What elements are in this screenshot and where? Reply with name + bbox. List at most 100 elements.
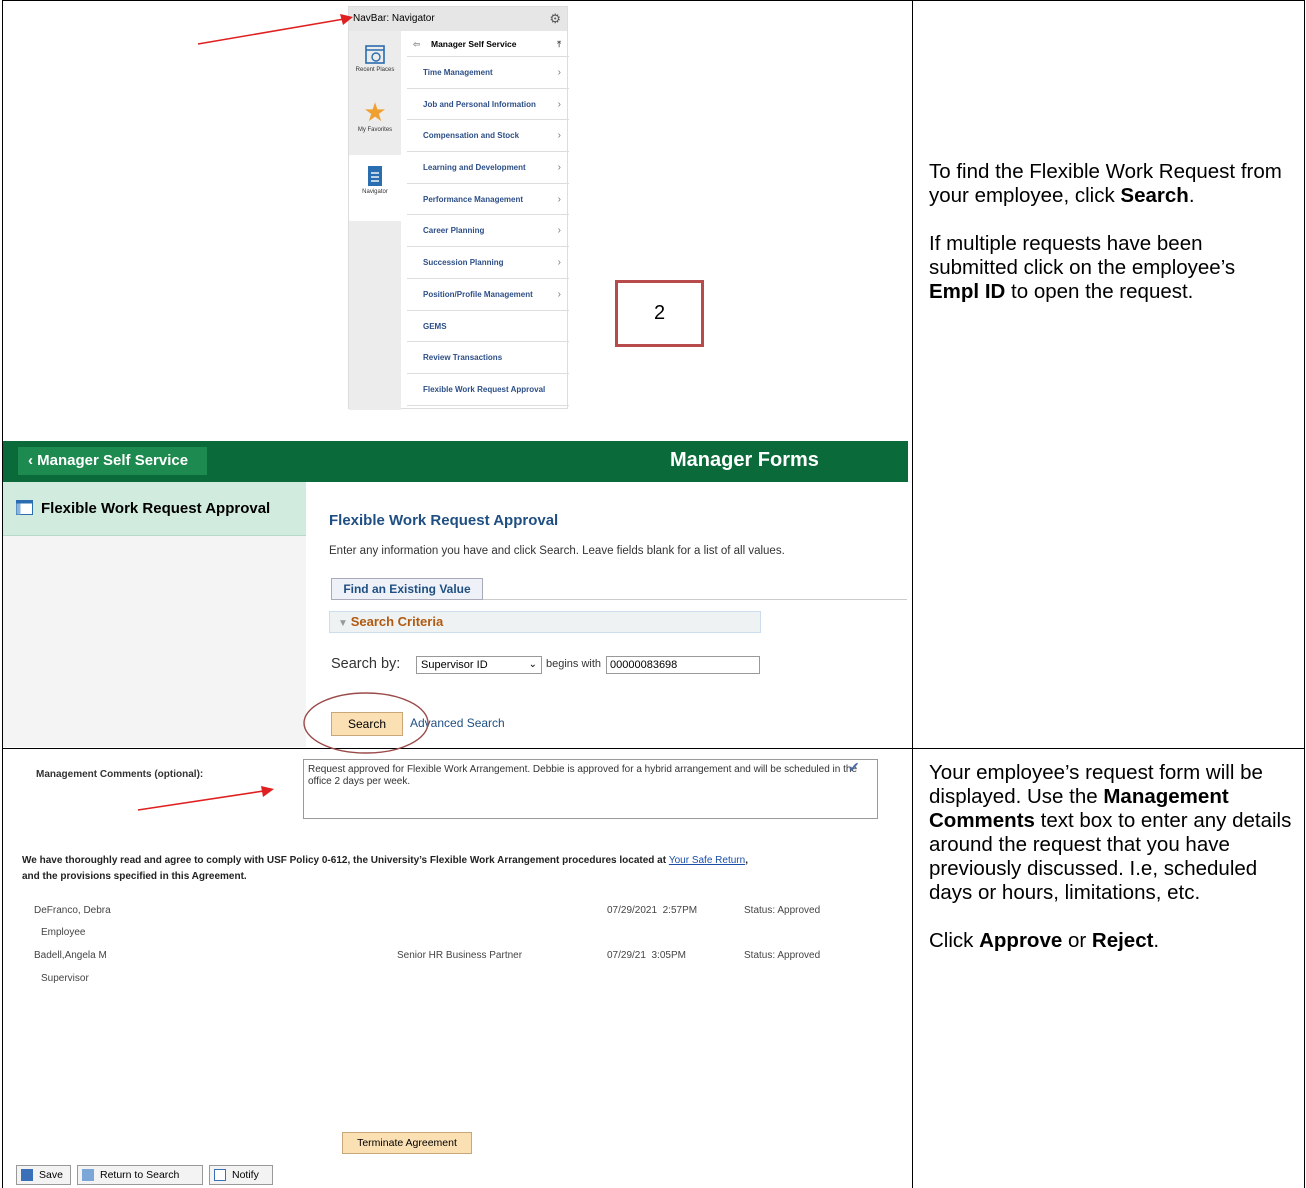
navigator-item[interactable]: GEMS: [407, 311, 569, 343]
signer-date-2: 07/29/21 3:05PM: [607, 950, 686, 961]
navigator-item[interactable]: Succession Planning ›: [407, 247, 569, 279]
navigator-item[interactable]: Career Planning ›: [407, 215, 569, 248]
save-button[interactable]: Save: [16, 1165, 71, 1185]
manager-self-service-back-button[interactable]: ‹ Manager Self Service: [18, 447, 207, 475]
annotation-circle-search: [303, 692, 429, 754]
star-icon: ★: [363, 97, 387, 127]
navigator-item[interactable]: Flexible Work Request Approval: [407, 374, 569, 406]
navigator-item-label: Flexible Work Request Approval: [423, 384, 546, 394]
chevron-right-icon: ›: [557, 288, 561, 300]
step-number-box: 2: [615, 280, 704, 347]
left-nav-item-label: Flexible Work Request Approval: [41, 500, 271, 517]
search-criteria-label: Search Criteria: [350, 614, 444, 629]
chevron-right-icon: ›: [557, 257, 561, 269]
recent-places-label: Recent Places: [355, 67, 395, 73]
search-by-label: Search by:: [331, 656, 401, 672]
left-nav-item-flexible-work[interactable]: Flexible Work Request Approval: [3, 482, 306, 536]
instructions-approve-paragraph: Click Approve or Reject.: [929, 929, 1160, 952]
gear-icon[interactable]: ⚙: [549, 7, 561, 31]
return-label: Return to Search: [100, 1169, 180, 1181]
navigator-item[interactable]: Time Management ›: [407, 57, 569, 89]
chevron-down-icon: ⌄: [528, 659, 537, 670]
return-icon: [82, 1169, 94, 1181]
navigator-item-label: Job and Personal Information: [423, 99, 536, 109]
calendar-clock-icon: [365, 45, 385, 64]
navigator-item-label: Compensation and Stock: [423, 131, 520, 141]
navigator-panel: NavBar: Navigator ⚙ Recent Places ★ My F…: [348, 6, 569, 410]
triangle-down-icon: ▼: [338, 618, 351, 629]
return-to-search-button[interactable]: Return to Search: [77, 1165, 203, 1185]
tab-find-existing-value[interactable]: Find an Existing Value: [331, 578, 483, 600]
navigator-tile-label: Navigator: [362, 189, 388, 195]
navigator-tile[interactable]: Navigator: [349, 155, 401, 221]
terminate-agreement-button[interactable]: Terminate Agreement: [342, 1132, 472, 1154]
navigator-item-label: Review Transactions: [423, 353, 503, 363]
navigator-item-label: Position/Profile Management: [423, 289, 533, 299]
chevron-right-icon: ›: [557, 225, 561, 237]
step-number: 2: [653, 302, 666, 324]
back-arrow-icon[interactable]: ⇦: [413, 31, 420, 57]
notify-label: Notify: [232, 1169, 259, 1181]
search-value-input[interactable]: 00000083698: [606, 656, 760, 674]
save-icon: [21, 1169, 33, 1181]
navigator-sidebar: Recent Places ★ My Favorites Navigator: [349, 31, 401, 410]
back-button-label: Manager Self Service: [37, 452, 189, 469]
my-favorites-label: My Favorites: [357, 127, 393, 133]
instructions-step-find: To find the Flexible Work Request from y…: [929, 160, 1289, 328]
navigator-item[interactable]: Job and Personal Information ›: [407, 89, 569, 121]
form-icon: [16, 500, 33, 515]
navigator-header-label: NavBar: Navigator: [353, 13, 435, 24]
agreement-statement: We have thoroughly read and agree to com…: [22, 855, 748, 882]
chevron-right-icon: ›: [557, 67, 561, 78]
instructions-multiple-paragraph: If multiple requests have been submitted…: [929, 232, 1236, 303]
table-border-right: [1304, 0, 1305, 1188]
manager-forms-title: Manager Forms: [670, 449, 819, 471]
navigator-item[interactable]: Learning and Development ›: [407, 152, 569, 184]
chevron-right-icon: ›: [557, 98, 561, 110]
navigator-item[interactable]: Position/Profile Management ›: [407, 279, 569, 311]
navigator-item-label: Learning and Development: [423, 163, 526, 173]
save-label: Save: [39, 1169, 63, 1181]
navigator-header: NavBar: Navigator ⚙: [349, 7, 567, 31]
navigator-item-label: Career Planning: [423, 226, 485, 236]
signer-role-1: Employee: [41, 927, 86, 938]
chevron-right-icon: ›: [557, 130, 561, 142]
document-icon: [368, 166, 382, 186]
navigator-item[interactable]: Performance Management ›: [407, 184, 569, 216]
signer-name-1: DeFranco, Debra: [34, 905, 111, 916]
management-comments-textarea[interactable]: Request approved for Flexible Work Arran…: [303, 759, 878, 819]
navigator-list: ⇦ Manager Self Service ⤒ Time Management…: [407, 31, 569, 406]
spellcheck-icon[interactable]: ✔: [848, 759, 860, 776]
navigator-item-label: Succession Planning: [423, 258, 504, 268]
chevron-right-icon: ›: [557, 162, 561, 174]
begins-with-label: begins with: [546, 658, 602, 670]
instructions-step-review: Your employee’s request form will be dis…: [929, 761, 1294, 977]
search-criteria-header[interactable]: ▼ Search Criteria: [329, 611, 761, 633]
search-by-select[interactable]: Supervisor ID ⌄: [416, 656, 542, 674]
notify-button[interactable]: Notify: [209, 1165, 273, 1185]
signer-date-1: 07/29/2021 2:57PM: [607, 905, 698, 916]
tab-underline: [483, 599, 907, 600]
table-row-divider: [2, 748, 1305, 749]
instructions-find-paragraph: To find the Flexible Work Request from y…: [929, 160, 1282, 207]
page-title: Flexible Work Request Approval: [329, 512, 559, 529]
signer-status-1: Status: Approved: [744, 905, 821, 916]
signer-title-2: Senior HR Business Partner: [397, 950, 523, 961]
annotation-arrow-comments: [137, 786, 274, 811]
collapse-icon[interactable]: ⤒: [557, 31, 561, 57]
your-safe-return-link[interactable]: Your Safe Return: [669, 855, 745, 866]
search-instructions: Enter any information you have and click…: [329, 545, 785, 557]
my-favorites-tile[interactable]: ★ My Favorites: [349, 93, 401, 155]
navigator-item-label: Time Management: [423, 68, 493, 77]
annotation-arrow-navbar: [197, 14, 353, 45]
search-by-value: Supervisor ID: [421, 659, 488, 671]
chevron-right-icon: ›: [557, 193, 561, 205]
signer-status-2: Status: Approved: [744, 950, 821, 961]
navigator-item[interactable]: Compensation and Stock ›: [407, 120, 569, 153]
navigator-item[interactable]: Review Transactions: [407, 342, 569, 374]
chevron-left-icon: ‹: [28, 452, 38, 469]
instructions-review-paragraph: Your employee’s request form will be dis…: [929, 761, 1292, 904]
management-comments-label: Management Comments (optional):: [36, 769, 204, 780]
section-title-label: Manager Self Service: [431, 39, 517, 49]
notify-icon: [214, 1169, 226, 1181]
